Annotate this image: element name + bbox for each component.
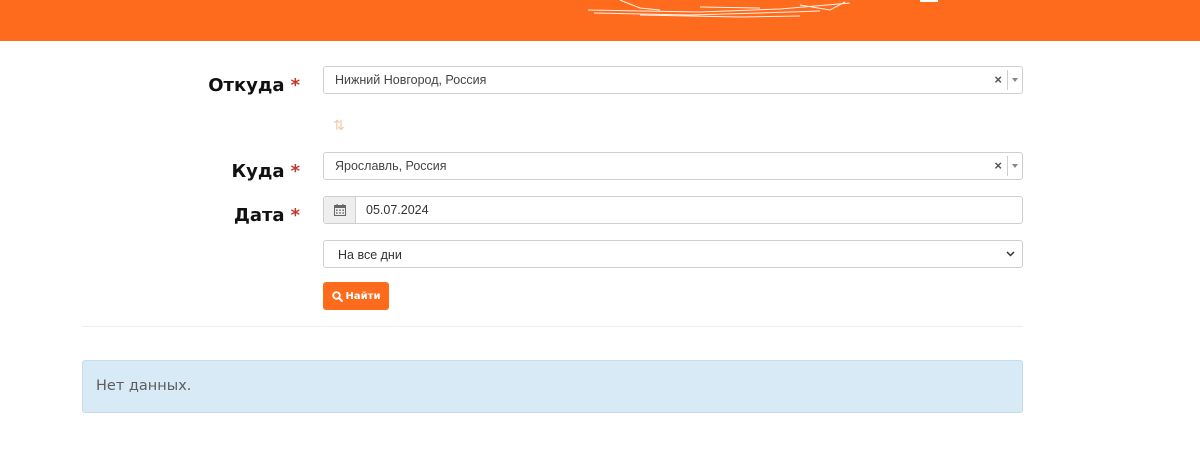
required-mark: *: [290, 75, 300, 96]
to-city-value: Ярославль, Россия: [335, 159, 447, 173]
from-label-text: Откуда: [208, 75, 285, 96]
days-select[interactable]: На все дни: [323, 240, 1023, 268]
chevron-down-icon: [1006, 251, 1015, 257]
divider: [82, 326, 1023, 327]
no-data-message: Нет данных.: [96, 378, 192, 394]
from-label: Откуда *: [0, 75, 300, 96]
date-addon[interactable]: [324, 197, 356, 223]
to-label: Куда *: [0, 161, 300, 182]
from-city-select[interactable]: Нижний Новгород, Россия ×: [323, 66, 1023, 94]
search-button-label: Найти: [345, 290, 381, 302]
to-label-text: Куда: [231, 161, 285, 182]
chevron-down-icon[interactable]: [1007, 70, 1022, 90]
to-clear-icon[interactable]: ×: [994, 158, 1002, 173]
to-city-select[interactable]: Ярославль, Россия ×: [323, 152, 1023, 180]
date-label-text: Дата: [233, 205, 285, 226]
from-clear-icon[interactable]: ×: [994, 72, 1002, 87]
date-input-group: [323, 196, 1023, 224]
date-label: Дата *: [0, 205, 300, 226]
search-button[interactable]: Найти: [323, 282, 389, 310]
days-select-value: На все дни: [338, 248, 402, 262]
required-mark: *: [290, 205, 300, 226]
no-data-alert: Нет данных.: [82, 360, 1023, 413]
search-icon: [331, 290, 343, 302]
header-decoration-sketch: [587, 0, 938, 18]
chevron-down-icon[interactable]: [1007, 156, 1022, 176]
required-mark: *: [290, 161, 300, 182]
site-header: [0, 0, 1200, 41]
from-city-value: Нижний Новгород, Россия: [335, 73, 487, 87]
date-input[interactable]: [357, 197, 1017, 223]
swap-vertical-icon[interactable]: ⇅: [333, 117, 345, 134]
calendar-icon: [334, 204, 346, 216]
